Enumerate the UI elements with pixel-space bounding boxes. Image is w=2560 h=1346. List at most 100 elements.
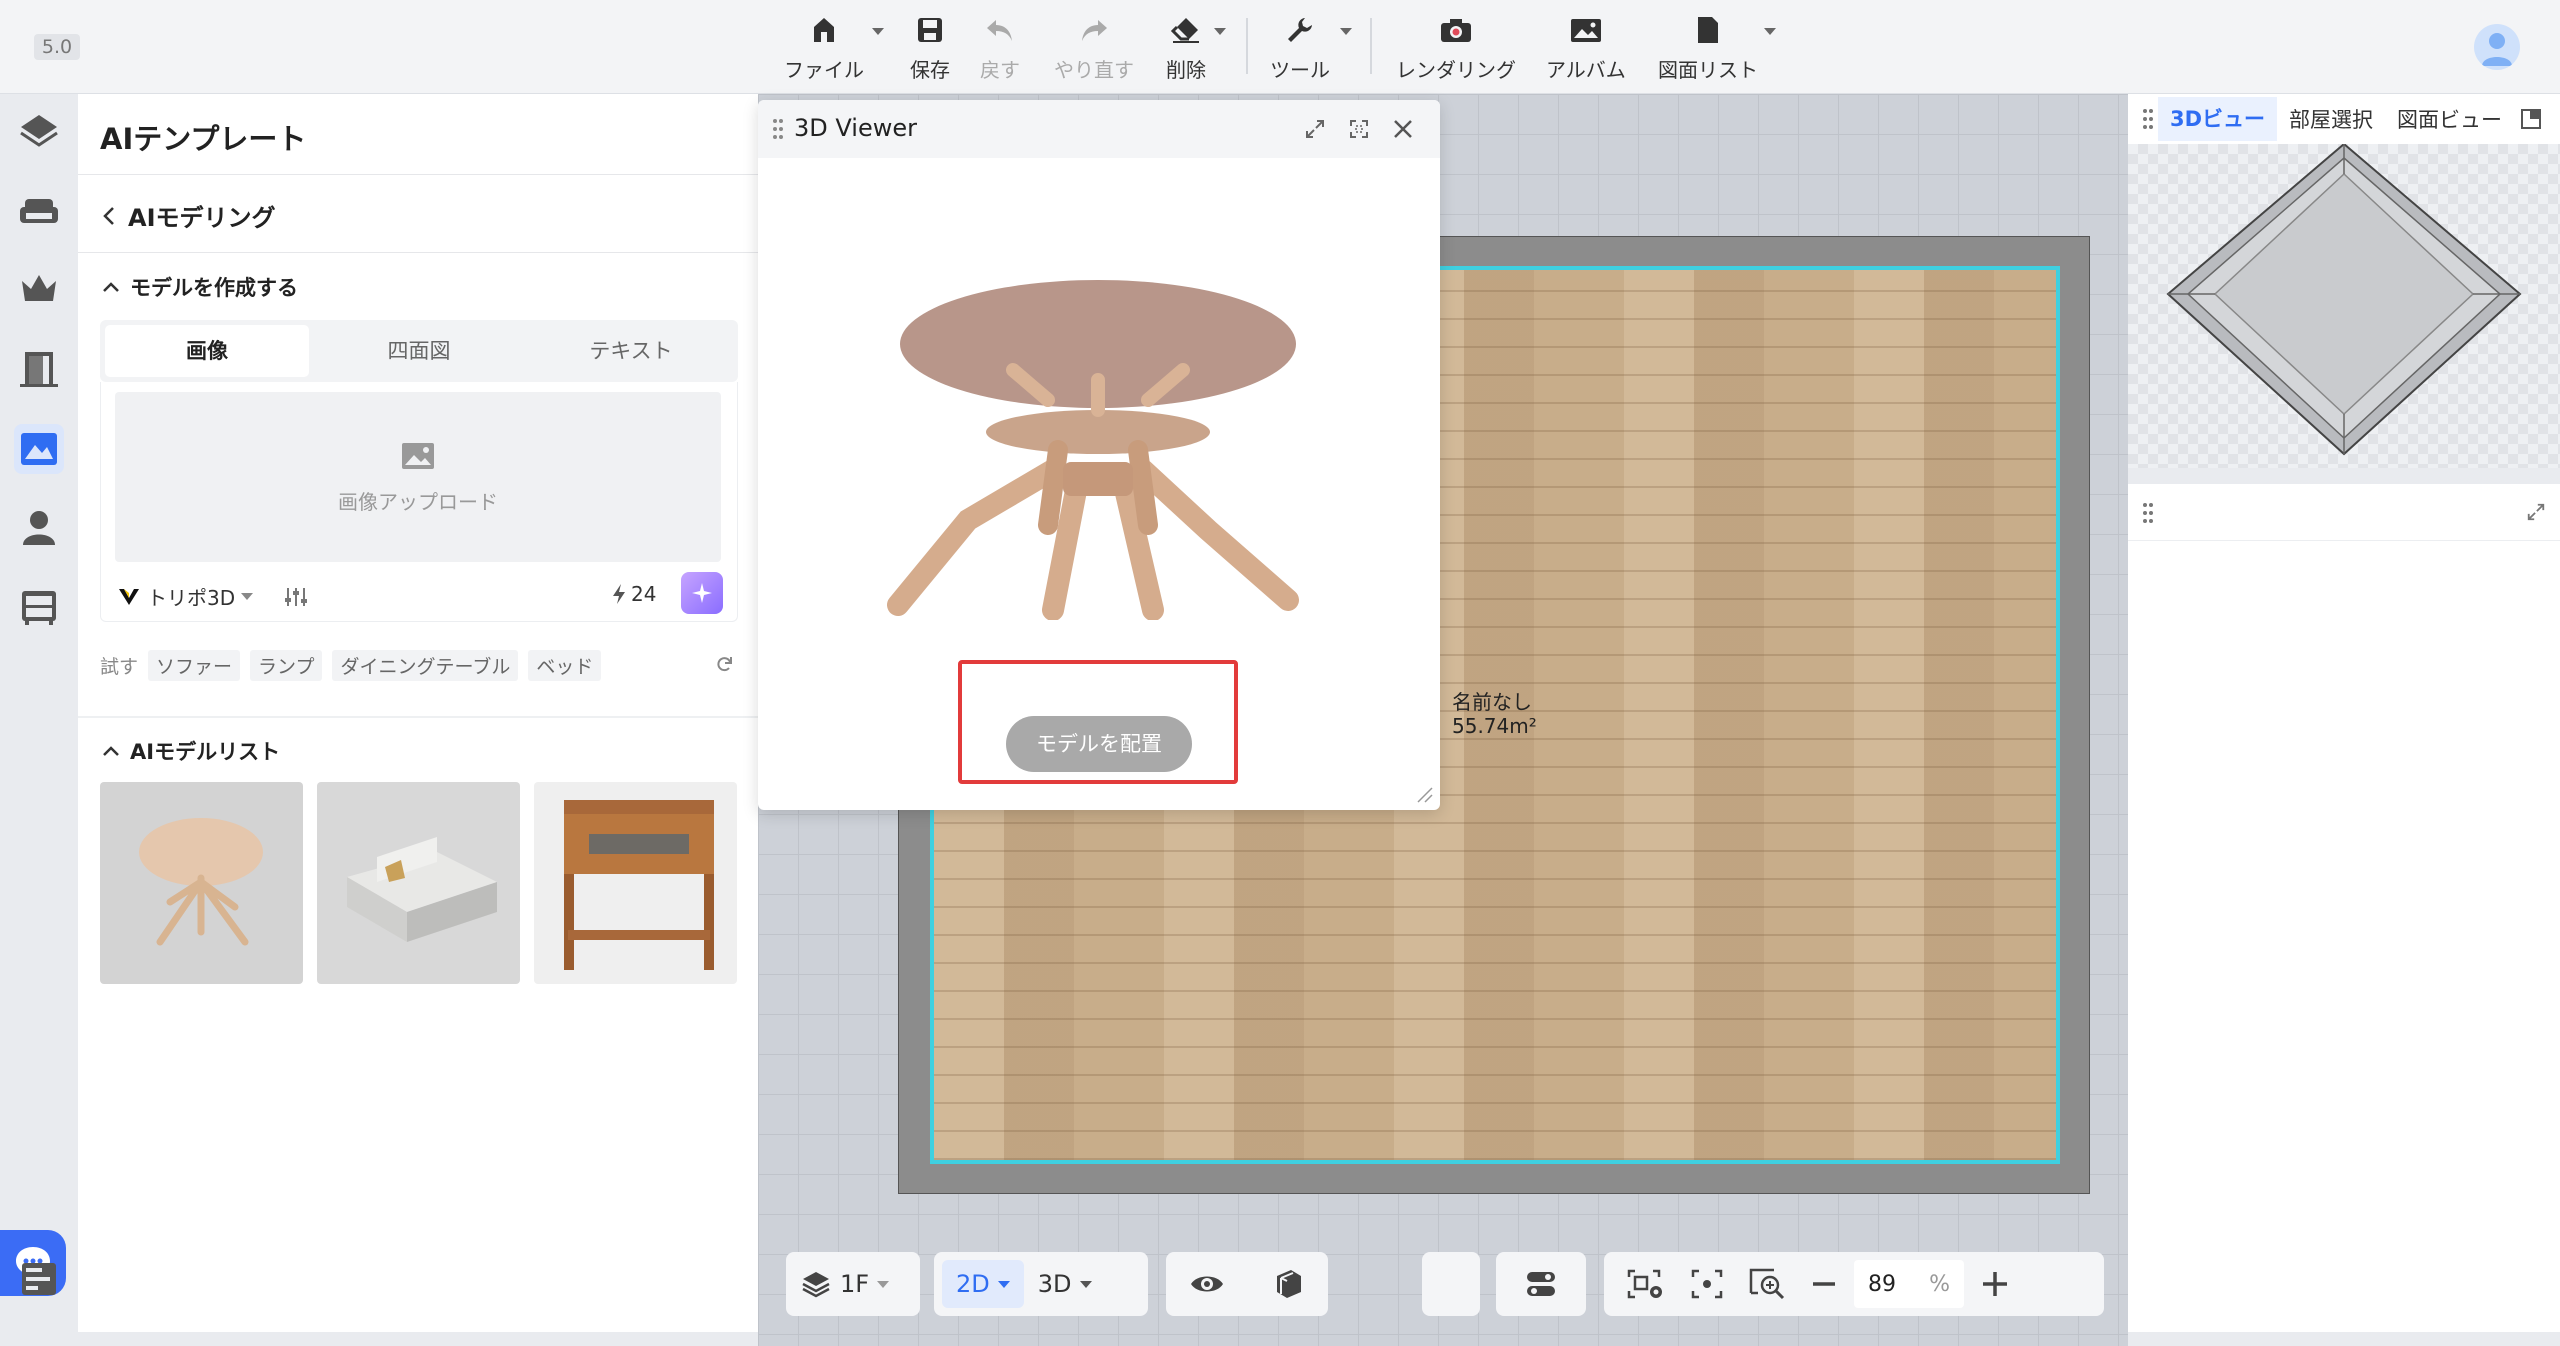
- room-name: 名前なし: [1452, 690, 1532, 714]
- credits-counter: 24: [611, 582, 656, 606]
- tab-drawing-view[interactable]: 図面ビュー: [2385, 104, 2514, 134]
- undo-icon: [982, 12, 1018, 48]
- engine-label: トリポ3D: [147, 586, 236, 610]
- undo-label: 戻す: [980, 58, 1020, 82]
- rail-item-floorplan[interactable]: [14, 106, 64, 156]
- delete-button[interactable]: 削除: [1166, 12, 1206, 84]
- close-icon[interactable]: [1390, 116, 1416, 142]
- rail-item-cabinet[interactable]: [14, 582, 64, 632]
- sparkle-icon: [692, 583, 712, 603]
- rail-item-premium[interactable]: [14, 264, 64, 314]
- file-icon: [806, 12, 842, 48]
- sofa-thumbnail: [347, 837, 497, 942]
- tab-four-views[interactable]: 四面図: [317, 325, 521, 377]
- rail-item-ai[interactable]: [14, 424, 64, 474]
- zoom-input[interactable]: 89 %: [1854, 1260, 1964, 1308]
- try-chip-sofa[interactable]: ソファー: [148, 650, 241, 681]
- eye-icon[interactable]: [1189, 1271, 1225, 1297]
- tools-label: ツール: [1270, 58, 1330, 82]
- view-3d-button[interactable]: 3D: [1024, 1270, 1106, 1298]
- fullscreen-icon[interactable]: [1348, 118, 1370, 140]
- drag-handle-icon[interactable]: [772, 118, 784, 140]
- floor-item: 1F: [786, 1269, 903, 1299]
- tab-text[interactable]: テキスト: [529, 325, 733, 377]
- file-label: ファイル: [784, 58, 864, 82]
- drag-handle-icon[interactable]: [2142, 502, 2154, 524]
- delete-caret-icon[interactable]: [1214, 28, 1226, 35]
- redo-button[interactable]: やり直す: [1054, 12, 1134, 84]
- layout-icon: [22, 1263, 56, 1295]
- model-thumb-sofa[interactable]: [317, 782, 520, 984]
- drag-handle-icon[interactable]: [2142, 108, 2154, 130]
- 3d-preview[interactable]: [2128, 142, 2560, 468]
- floor-label: 1F: [840, 1270, 870, 1298]
- undo-button[interactable]: 戻す: [980, 12, 1020, 84]
- settings-sliders-icon[interactable]: [283, 585, 309, 609]
- drawing-list-caret-icon[interactable]: [1764, 28, 1776, 35]
- model-list-title: AIモデルリスト: [130, 740, 281, 764]
- try-chip-bed[interactable]: ベッド: [528, 650, 602, 681]
- tools-caret-icon[interactable]: [1340, 28, 1352, 35]
- file-caret-icon[interactable]: [872, 28, 884, 35]
- try-chip-lamp[interactable]: ランプ: [250, 650, 323, 681]
- floor-selector[interactable]: 1F: [786, 1252, 920, 1316]
- back-to-ai-modeling[interactable]: AIモデリング: [102, 198, 276, 233]
- tab-3d-view[interactable]: 3Dビュー: [2158, 97, 2278, 141]
- zoom-value: 89: [1868, 1271, 1896, 1297]
- user-avatar[interactable]: [2474, 24, 2520, 70]
- rail-item-doors[interactable]: [14, 344, 64, 394]
- render-button[interactable]: レンダリング: [1396, 12, 1516, 84]
- create-section-title: モデルを作成する: [130, 276, 298, 300]
- viewer-title: 3D Viewer: [794, 114, 917, 142]
- layers-stack-icon: [802, 1272, 830, 1298]
- blank-tool-button[interactable]: [1422, 1252, 1480, 1316]
- drawing-list-button[interactable]: 図面リスト: [1658, 12, 1758, 84]
- right-preview-panel: 3Dビュー 部屋選択 図面ビュー: [2128, 94, 2560, 468]
- view-2d-button[interactable]: 2D: [942, 1260, 1024, 1308]
- chevron-up-icon: [103, 282, 119, 292]
- toolbar-divider: [1246, 18, 1248, 74]
- view-3d-label: 3D: [1037, 1270, 1072, 1298]
- fit-view-icon[interactable]: [1690, 1268, 1724, 1300]
- model-list-section-toggle[interactable]: AIモデルリスト: [102, 736, 280, 766]
- cube-icon[interactable]: [1271, 1268, 1305, 1300]
- model-thumb-side-table[interactable]: [534, 782, 737, 984]
- tools-menu-button[interactable]: ツール: [1270, 12, 1330, 84]
- save-button[interactable]: 保存: [910, 12, 950, 84]
- album-label: アルバム: [1546, 58, 1626, 82]
- tab-room-select[interactable]: 部屋選択: [2277, 104, 2385, 134]
- panel-layout-icon[interactable]: [2520, 108, 2542, 130]
- expand-icon[interactable]: [2526, 502, 2546, 522]
- ai-model-list: [100, 782, 737, 984]
- album-button[interactable]: アルバム: [1546, 12, 1626, 84]
- rail-item-account[interactable]: [14, 502, 64, 552]
- view-3d-caret-icon: [1079, 1280, 1092, 1288]
- version-badge: 5.0: [34, 34, 80, 60]
- expand-icon[interactable]: [1304, 118, 1326, 140]
- preview-tabs: 3Dビュー 部屋選択 図面ビュー: [2128, 94, 2560, 144]
- generate-button[interactable]: [681, 572, 723, 614]
- rail-item-layout[interactable]: [14, 1254, 64, 1304]
- image-upload-area[interactable]: 画像アップロード: [115, 392, 721, 562]
- view-settings-icon[interactable]: [1626, 1268, 1666, 1300]
- divider: [78, 716, 758, 718]
- rail-item-furniture[interactable]: [14, 186, 64, 236]
- refresh-icon[interactable]: [714, 654, 734, 674]
- engine-select[interactable]: トリポ3D: [117, 582, 309, 611]
- file-menu-button[interactable]: ファイル: [784, 12, 864, 84]
- upload-card: 画像アップロード トリポ3D 24: [100, 382, 738, 622]
- display-tools: [1166, 1252, 1328, 1316]
- try-chip-dining-table[interactable]: ダイニングテーブル: [332, 650, 519, 681]
- zoom-out-icon[interactable]: [1810, 1270, 1838, 1298]
- resize-handle-icon[interactable]: [1412, 782, 1434, 804]
- image-upload-icon: [402, 442, 434, 469]
- try-label: 試す: [100, 656, 139, 678]
- sofa-icon: [20, 199, 58, 223]
- toggle-settings-button[interactable]: [1496, 1252, 1586, 1316]
- create-model-section-toggle[interactable]: モデルを作成する: [102, 272, 298, 302]
- zoom-in-icon[interactable]: [1980, 1269, 2010, 1299]
- tab-image[interactable]: 画像: [105, 325, 309, 377]
- round-table-3d-model[interactable]: [878, 280, 1318, 620]
- model-thumb-round-table[interactable]: [100, 782, 303, 984]
- zoom-area-icon[interactable]: [1748, 1267, 1788, 1301]
